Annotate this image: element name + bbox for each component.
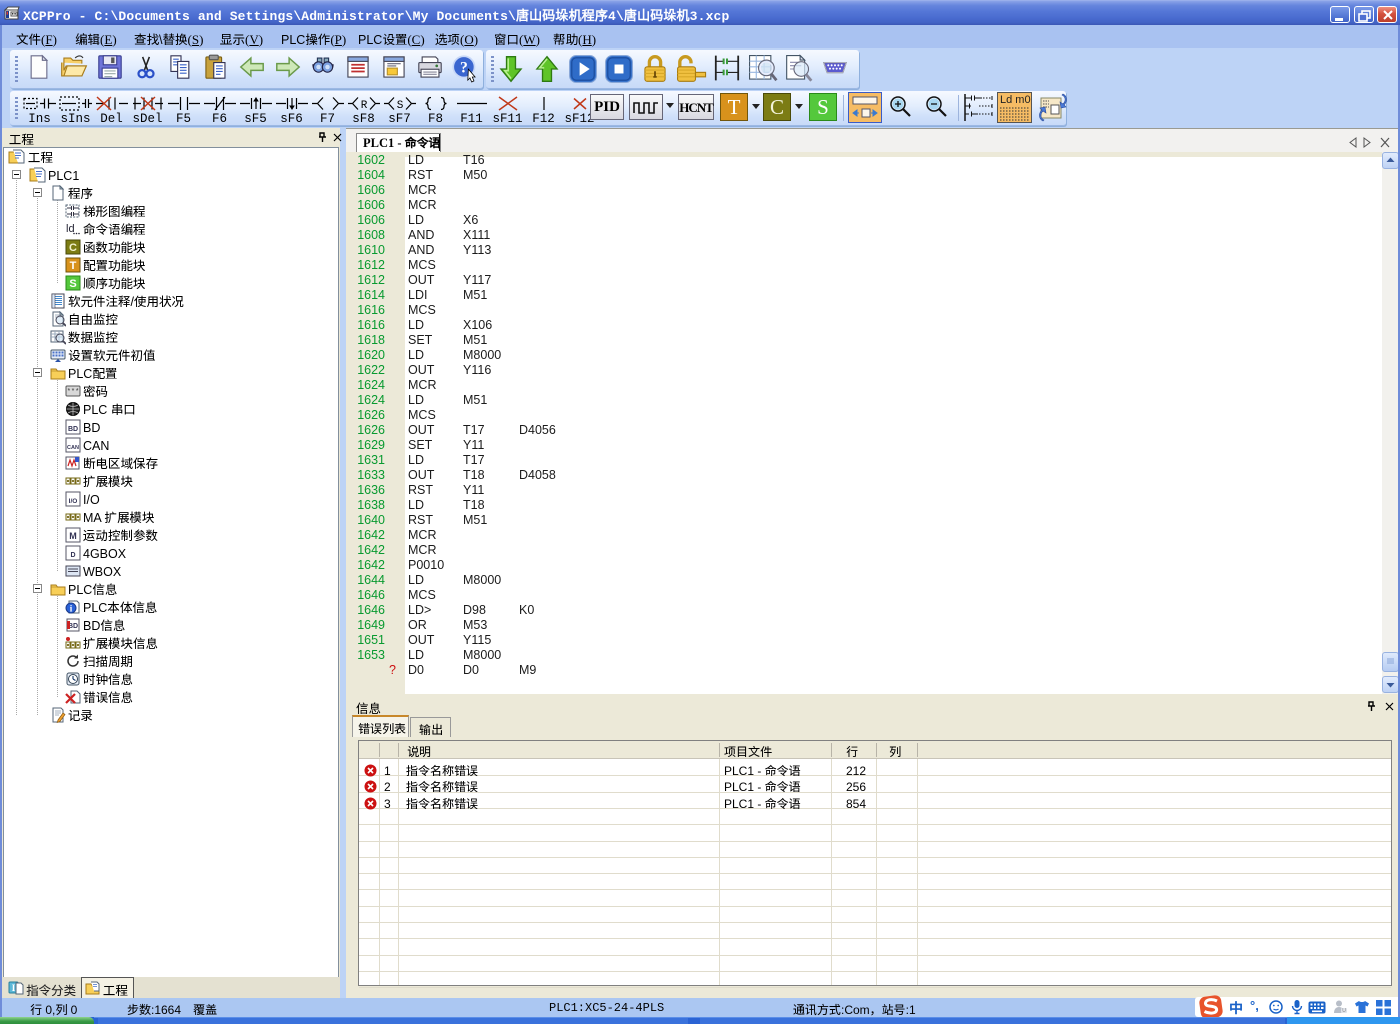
- svg-text:?: ?: [460, 59, 468, 76]
- svg-text:M: M: [69, 531, 77, 541]
- svg-text:CAN: CAN: [67, 445, 79, 451]
- svg-text:T: T: [70, 260, 77, 272]
- svg-text:***: ***: [67, 389, 80, 397]
- svg-text:I: I: [12, 983, 16, 993]
- svg-text:BD: BD: [68, 426, 78, 433]
- svg-text:D: D: [70, 552, 75, 559]
- svg-text:U: U: [1342, 1008, 1346, 1014]
- svg-text:R: R: [360, 100, 367, 112]
- svg-text:S: S: [396, 100, 403, 112]
- svg-text:I/O: I/O: [69, 498, 78, 505]
- svg-text:S: S: [69, 278, 76, 290]
- svg-text:C: C: [69, 242, 77, 254]
